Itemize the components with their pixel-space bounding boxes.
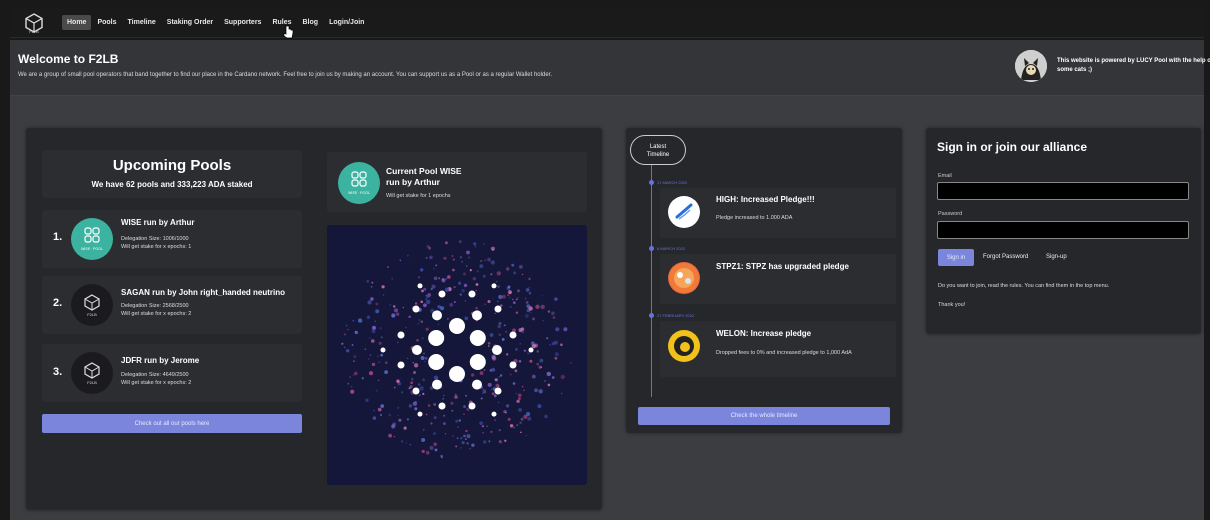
latest-timeline-badge: Latest Timeline [630,135,686,165]
hero-subtitle: We are a group of small pool operators t… [18,72,552,78]
signin-title: Sign in or join our alliance [937,140,1088,154]
timeline-dot [649,313,654,318]
powered-by: This website is powered by LUCY Pool wit… [1015,50,1210,82]
timeline-line [651,165,652,397]
stpz-logo-icon [669,263,699,293]
check-timeline-button[interactable]: Check the whole timeline [638,407,890,425]
lucy-cat-avatar [1015,50,1047,82]
f2lb-pool-avatar: F2LB [71,352,113,394]
current-pool-title-line1: Current Pool WISE [386,166,462,176]
wise-logo-icon: WISE · POOL [348,171,370,195]
high-pool-icon [668,196,700,228]
pool-name: JDFR run by Jerome [121,356,200,365]
signup-link[interactable]: Sign-up [1046,254,1067,260]
swoosh-icon [675,203,693,220]
pool-delegation-size: Delegation Size: 2568/2500 [121,303,189,309]
timeline-title: STPZ1: STPZ has upgraded pledge [716,262,849,271]
cube-logo-icon: F2LB [84,294,100,317]
timeline-date: 27 FEBRUARY 2022 [657,313,695,318]
timeline-dot [649,180,654,185]
upcoming-subtitle: We have 62 pools and 333,223 ADA staked [91,180,253,189]
signin-button[interactable]: Sign in [938,249,974,266]
cube-logo-icon: F2LB [25,12,43,34]
pool-rank: 3. [53,366,63,378]
mouse-cursor-icon [283,25,295,39]
pool-delegation-size: Delegation Size: 1006/1000 [121,236,189,242]
password-label: Password [938,211,963,217]
f2lb-logo[interactable]: F2LB [18,9,50,37]
wise-logo-icon: WISE · POOL [81,227,103,251]
email-field[interactable] [937,182,1189,200]
nav-timeline[interactable]: Timeline [123,15,161,30]
f2lb-pool-avatar: F2LB [71,284,113,326]
stpz-pool-icon [668,262,700,294]
nav-staking-order[interactable]: Staking Order [162,15,218,30]
current-pool-epochs: Will get stake for 1 epochs [386,193,451,199]
hero-title: Welcome to F2LB [18,52,119,66]
timeline-date: 17 MARCH 2022 [657,180,688,185]
join-note: Do you want to join, read the rules. You… [938,283,1110,289]
pool-delegation-size: Delegation Size: 4649/2500 [121,372,189,378]
timeline-text: Pledge increased to 1.000 ADA [716,215,793,221]
timeline-dot [649,246,654,251]
forgot-password-link[interactable]: Forgot Password [983,254,1028,260]
pool-rank: 1. [53,231,63,243]
hero-banner: Welcome to F2LB We are a group of small … [10,40,1210,96]
top-nav: F2LB Home Pools Timeline Staking Order S… [10,8,1204,38]
timeline-date: 6 MARCH 2022 [657,246,686,251]
timeline-title: WELON: Increase pledge [716,329,812,338]
welon-pool-icon [668,330,700,362]
email-label: Email [938,173,952,179]
cardano-logo-illustration [341,240,572,459]
timeline-title: HIGH: Increased Pledge!!! [716,195,815,204]
svg-text:F2LB: F2LB [87,380,97,385]
pool-epochs: Will get stake for x epochs: 2 [121,380,192,386]
password-field[interactable] [937,221,1189,239]
svg-text:WISE · POOL: WISE · POOL [348,191,370,195]
cat-icon [1015,50,1047,82]
nav-blog[interactable]: Blog [298,15,324,30]
cardano-artwork [327,225,587,485]
page: F2LB Home Pools Timeline Staking Order S… [0,0,1210,520]
svg-text:F2LB: F2LB [29,29,39,34]
current-pool-avatar: WISE · POOL [338,162,380,204]
nav-pools[interactable]: Pools [92,15,121,30]
nav-supporters[interactable]: Supporters [219,15,266,30]
pool-name: SAGAN run by John right_handed neutrino [121,288,285,297]
cube-logo-icon: F2LB [84,362,100,385]
powered-by-text: This website is powered by LUCY Pool wit… [1057,58,1210,73]
timeline-text: Dropped fees to 0% and increased pledge … [716,350,852,356]
current-pool-title: Current Pool WISE run by Arthur [386,166,462,188]
svg-text:F2LB: F2LB [87,312,97,317]
nav-login-join[interactable]: Login/Join [324,15,369,30]
nav-home[interactable]: Home [62,15,92,30]
svg-text:WISE · POOL: WISE · POOL [81,247,103,251]
check-all-pools-button[interactable]: Check out all our pools here [42,414,302,433]
pool-name: WISE run by Arthur [121,218,195,227]
lion-icon [669,331,699,361]
pool-epochs: Will get stake for x epochs: 2 [121,311,192,317]
upcoming-title: Upcoming Pools [112,157,232,174]
badge-line1: Latest [649,144,667,150]
thank-you-text: Thank you! [938,302,966,308]
current-pool-title-line2: run by Arthur [386,177,440,187]
badge-line2: Timeline [646,152,670,158]
pool-epochs: Will get stake for x epochs: 1 [121,244,192,250]
wise-pool-avatar: WISE · POOL [71,218,113,260]
pool-rank: 2. [53,297,63,309]
